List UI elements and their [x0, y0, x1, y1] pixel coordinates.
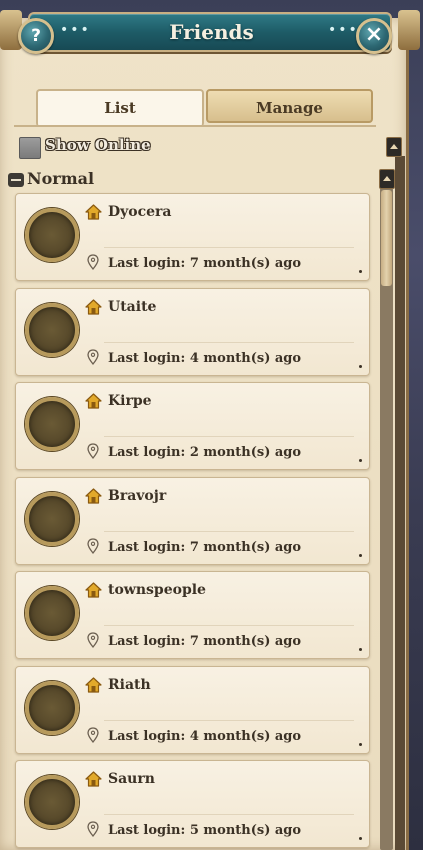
friend-name: Kirpe	[108, 393, 152, 409]
last-login-text: Last login: 4 month(s) ago	[108, 350, 302, 366]
location-pin-icon	[87, 821, 99, 837]
avatar[interactable]	[25, 208, 79, 262]
friend-name: townspeople	[108, 582, 206, 598]
close-icon[interactable]: ×	[356, 18, 392, 54]
more-dot-icon[interactable]	[359, 364, 362, 368]
tab-manage[interactable]: Manage	[206, 89, 373, 123]
more-dot-icon[interactable]	[359, 837, 362, 840]
home-icon	[85, 771, 102, 787]
last-login-text: Last login: 7 month(s) ago	[108, 539, 302, 555]
avatar[interactable]	[25, 491, 79, 546]
card-divider	[104, 530, 354, 532]
outer-scrollbar-track[interactable]	[395, 156, 405, 850]
more-dot-icon[interactable]	[359, 648, 362, 651]
title-bar: ••• ••• Friends ? ×	[0, 0, 423, 58]
avatar[interactable]	[25, 680, 79, 735]
more-dot-icon[interactable]	[359, 270, 362, 273]
help-icon[interactable]: ?	[18, 18, 54, 54]
card-divider	[104, 341, 354, 343]
list-scrollbar-thumb[interactable]	[381, 190, 392, 286]
location-pin-icon	[87, 254, 99, 270]
card-divider	[104, 719, 354, 721]
location-pin-icon	[87, 443, 99, 459]
friend-card[interactable]: Utaite Last login: 4 month(s) ago	[15, 287, 370, 376]
avatar[interactable]	[25, 586, 79, 640]
last-login-text: Last login: 7 month(s) ago	[108, 634, 302, 649]
friend-name: Bravojr	[108, 487, 167, 504]
friend-card[interactable]: Kirpe Last login: 2 month(s) ago	[15, 382, 370, 470]
friend-name: Dyocera	[108, 204, 172, 220]
tab-divider	[14, 125, 376, 127]
card-divider	[104, 247, 354, 248]
collapse-minus-icon[interactable]	[8, 173, 24, 187]
last-login-text: Last login: 4 month(s) ago	[108, 728, 302, 744]
more-dot-icon[interactable]	[359, 553, 362, 557]
card-divider	[104, 436, 354, 437]
home-icon	[85, 487, 102, 504]
outer-scroll-up-button[interactable]	[386, 137, 402, 157]
friend-card[interactable]: Dyocera Last login: 7 month(s) ago	[15, 193, 370, 281]
home-icon	[85, 204, 102, 220]
friend-card[interactable]: Bravojr Last login: 7 month(s) ago	[15, 476, 370, 565]
location-pin-icon	[87, 537, 99, 554]
friend-name: Saurn	[108, 771, 155, 787]
avatar[interactable]	[25, 397, 79, 451]
last-login-text: Last login: 5 month(s) ago	[108, 823, 302, 838]
location-pin-icon	[87, 726, 99, 743]
tab-list[interactable]: List	[36, 89, 204, 127]
avatar[interactable]	[25, 775, 79, 829]
friend-card[interactable]: Riath Last login: 4 month(s) ago	[15, 665, 370, 754]
list-scroll-up-button[interactable]	[379, 169, 395, 189]
location-pin-icon	[87, 348, 99, 365]
more-dot-icon[interactable]	[359, 459, 362, 462]
avatar[interactable]	[25, 302, 79, 357]
list-scrollbar-track[interactable]	[380, 188, 393, 850]
show-online-checkbox[interactable]	[19, 137, 41, 159]
card-divider	[104, 814, 354, 815]
home-icon	[85, 582, 102, 598]
last-login-text: Last login: 7 month(s) ago	[108, 256, 302, 271]
home-icon	[85, 676, 102, 693]
home-icon	[85, 393, 102, 409]
last-login-text: Last login: 2 month(s) ago	[108, 445, 302, 460]
friend-name: Riath	[108, 676, 151, 693]
friend-name: Utaite	[108, 298, 157, 315]
group-label[interactable]: Normal	[27, 169, 94, 188]
more-dot-icon[interactable]	[359, 742, 362, 746]
friend-card[interactable]: townspeople Last login: 7 month(s) ago	[15, 571, 370, 659]
home-icon	[85, 298, 102, 315]
friend-card[interactable]: Saurn Last login: 5 month(s) ago	[15, 760, 370, 848]
show-online-label[interactable]: Show Online	[45, 136, 151, 154]
location-pin-icon	[87, 632, 99, 648]
card-divider	[104, 625, 354, 626]
